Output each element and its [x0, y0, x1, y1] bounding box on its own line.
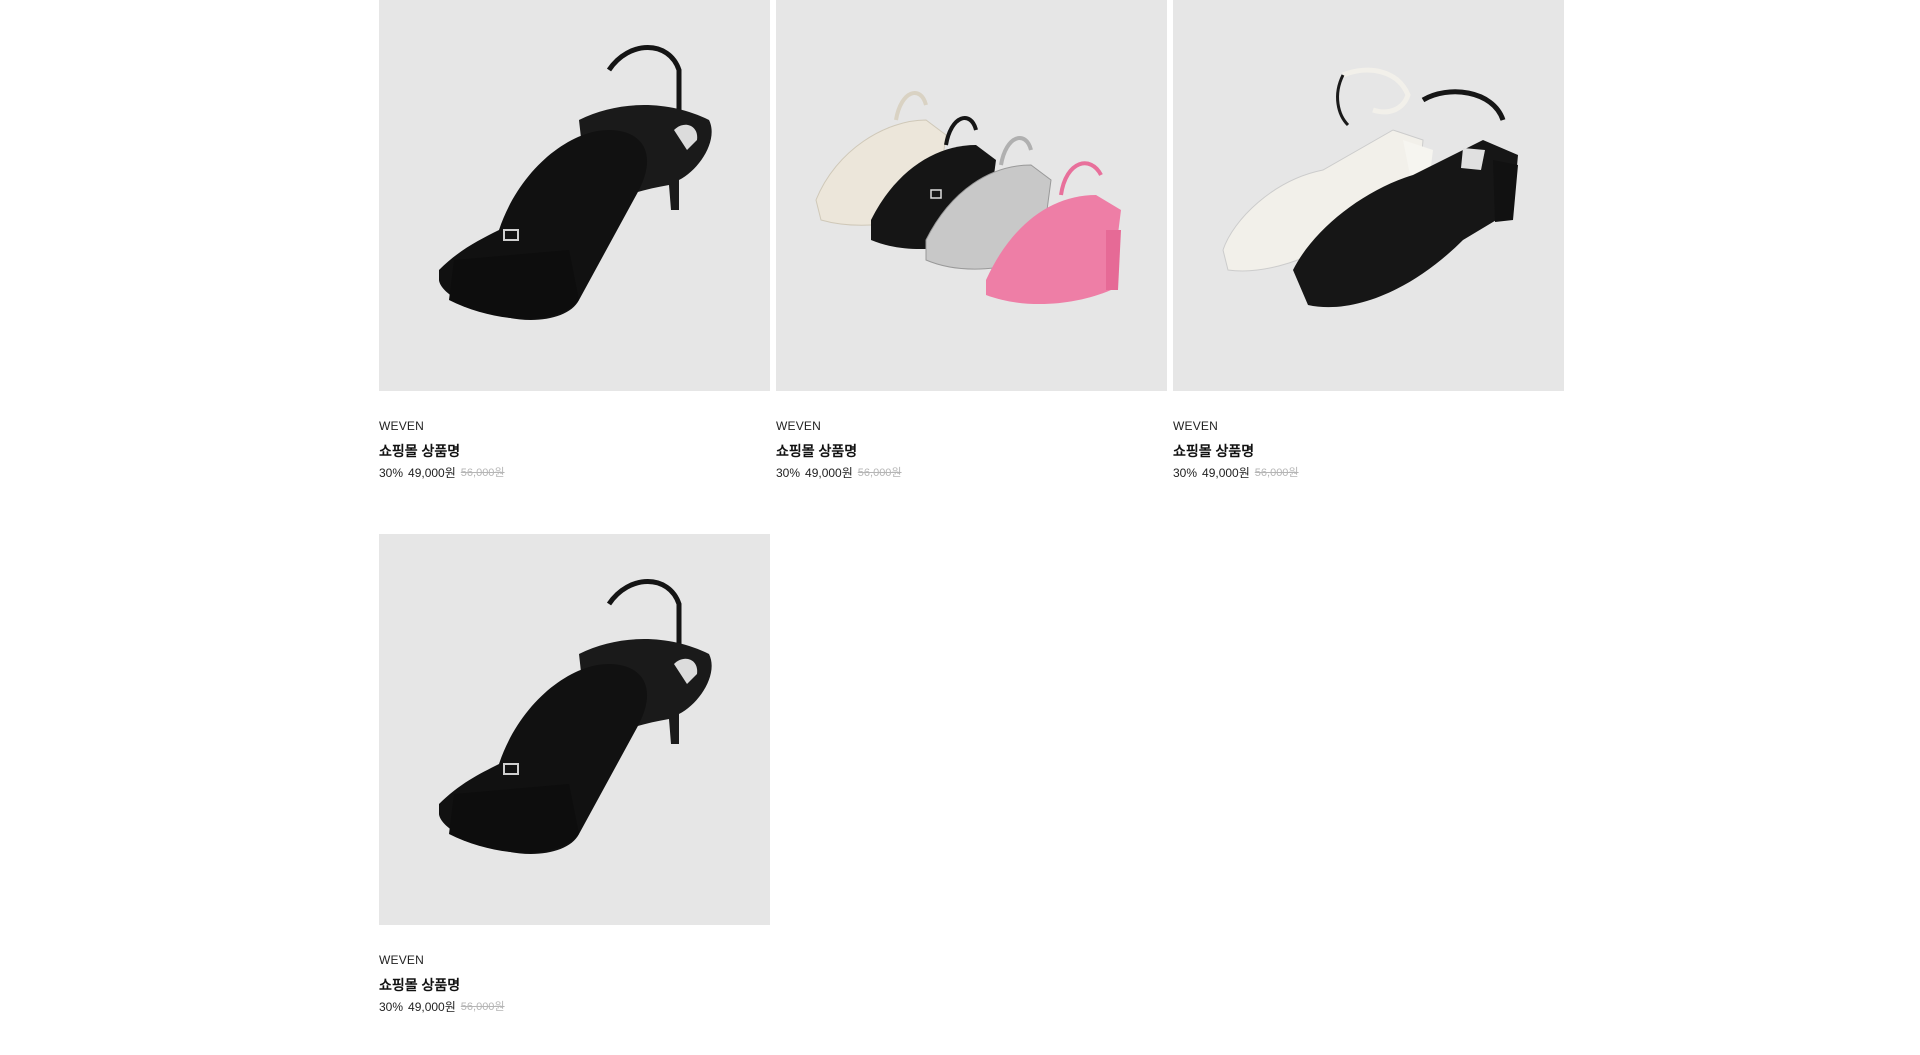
product-name[interactable]: 쇼핑몰 상품명: [379, 977, 770, 993]
product-brand: WEVEN: [379, 953, 425, 967]
product-image[interactable]: [776, 0, 1167, 391]
product-image[interactable]: [379, 534, 770, 925]
sale-price: 49,000원: [408, 466, 456, 480]
product-card[interactable]: WEVEN 쇼핑몰 상품명 30% 49,000원 56,000원: [776, 0, 1167, 534]
product-brand: WEVEN: [379, 419, 425, 433]
original-price: 56,000원: [857, 467, 902, 479]
discount-rate: 30%: [379, 1000, 404, 1014]
original-price: 56,000원: [460, 467, 505, 479]
product-image[interactable]: [1173, 0, 1564, 391]
product-name[interactable]: 쇼핑몰 상품명: [379, 443, 770, 459]
product-card[interactable]: WEVEN 쇼핑몰 상품명 30% 49,000원 56,000원: [1173, 0, 1564, 534]
product-card[interactable]: WEVEN 쇼핑몰 상품명 30% 49,000원 56,000원: [379, 0, 770, 534]
discount-rate: 30%: [379, 466, 404, 480]
product-grid: WEVEN 쇼핑몰 상품명 30% 49,000원 56,000원 WEVEN …: [379, 0, 1564, 1014]
sale-price: 49,000원: [805, 466, 853, 480]
discount-rate: 30%: [1173, 466, 1198, 480]
product-price: 30% 49,000원 56,000원: [1173, 466, 1564, 480]
black-slingback-sandal-image: [439, 45, 712, 320]
product-price: 30% 49,000원 56,000원: [379, 1000, 770, 1014]
product-price: 30% 49,000원 56,000원: [776, 466, 1167, 480]
product-brand: WEVEN: [776, 419, 822, 433]
sale-price: 49,000원: [1202, 466, 1250, 480]
black-slingback-sandal-image: [439, 579, 712, 854]
product-name[interactable]: 쇼핑몰 상품명: [1173, 443, 1564, 459]
product-price: 30% 49,000원 56,000원: [379, 466, 770, 480]
multi-color-strap-sandals-image: [815, 91, 1121, 305]
white-black-strappy-sandals-image: [1222, 67, 1518, 308]
product-name[interactable]: 쇼핑몰 상품명: [776, 443, 1167, 459]
discount-rate: 30%: [776, 466, 801, 480]
sale-price: 49,000원: [408, 1000, 456, 1014]
product-image[interactable]: [379, 0, 770, 391]
product-brand: WEVEN: [1173, 419, 1219, 433]
original-price: 56,000원: [1254, 467, 1299, 479]
original-price: 56,000원: [460, 1001, 505, 1013]
product-card[interactable]: WEVEN 쇼핑몰 상품명 30% 49,000원 56,000원: [379, 534, 770, 1014]
